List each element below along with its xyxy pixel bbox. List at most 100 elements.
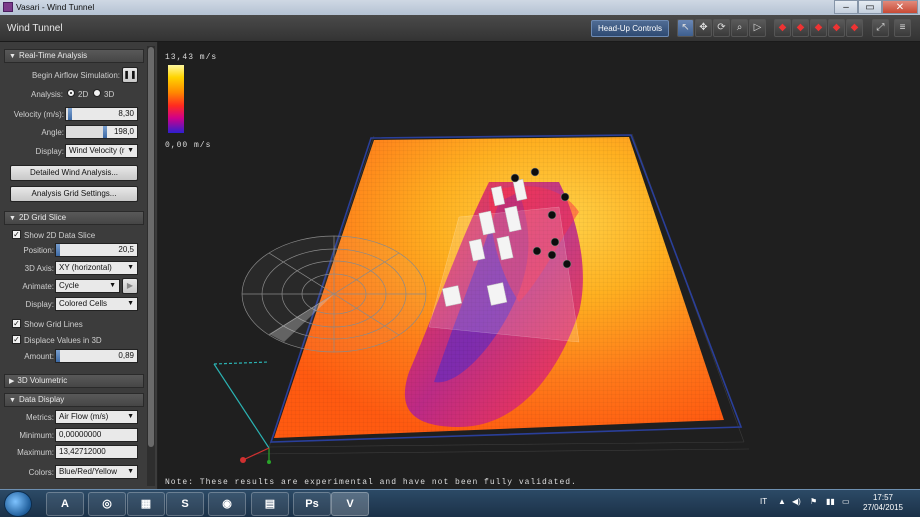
axis-select-value: XY (horizontal) <box>59 263 112 272</box>
expand-triangle-icon: ▶ <box>9 378 15 385</box>
section-3d-volumetric[interactable]: ▶ 3D Volumetric <box>4 374 144 388</box>
menu-icon[interactable]: ≡ <box>894 19 911 37</box>
animate-label: Animate: <box>22 282 54 291</box>
window-titlebar: Vasari - Wind Tunnel – ▭ ✕ <box>0 0 920 15</box>
colors-label: Colors: <box>28 468 54 477</box>
head-up-controls-button[interactable]: Head-Up Controls <box>591 20 669 37</box>
axis-select[interactable]: XY (horizontal) ▼ <box>55 261 138 275</box>
displace-values-label: Displace Values in 3D <box>24 336 102 345</box>
cube-view-icon[interactable]: ◆ <box>774 19 791 37</box>
slider-knob[interactable] <box>68 108 72 120</box>
office-icon[interactable]: ▦ <box>127 492 165 516</box>
tree <box>560 192 570 202</box>
zoom-icon[interactable]: ⌕ <box>731 19 748 37</box>
photoshop-icon[interactable]: Ps <box>293 492 331 516</box>
language-indicator[interactable]: IT <box>760 497 767 506</box>
analysis-label: Analysis: <box>30 90 63 99</box>
angle-slider[interactable]: 198,0 <box>65 125 138 139</box>
play-button[interactable]: ▶ <box>122 278 138 294</box>
slice-display-value: Colored Cells <box>59 299 108 308</box>
cube-right-icon[interactable]: ◆ <box>828 19 845 37</box>
firefox-icon[interactable]: ◉ <box>208 492 246 516</box>
3d-viewport[interactable] <box>159 42 920 489</box>
tree <box>532 246 542 256</box>
vasari-icon[interactable]: V <box>331 492 369 516</box>
position-slider[interactable]: 20,5 <box>55 243 138 257</box>
pause-button[interactable]: ❚❚ <box>122 67 138 83</box>
section-title: Real-Time Analysis <box>18 51 88 60</box>
maximum-label: Maximum: <box>17 448 54 457</box>
minimize-button[interactable]: – <box>834 0 858 14</box>
display-select[interactable]: Wind Velocity (r ▼ <box>65 144 138 158</box>
power-icon[interactable]: ▭ <box>842 497 850 506</box>
section-2d-grid-slice[interactable]: ▼ 2D Grid Slice <box>4 211 144 225</box>
radio-2d-label: 2D <box>78 90 89 99</box>
panel-scrollbar-thumb[interactable] <box>148 47 154 447</box>
section-title: Data Display <box>18 395 65 404</box>
cube-left-icon[interactable]: ◆ <box>846 19 863 37</box>
move-icon[interactable]: ✥ <box>695 19 712 37</box>
radio-2d[interactable] <box>67 89 75 97</box>
cube-top-icon[interactable]: ◆ <box>792 19 809 37</box>
window-title: Vasari - Wind Tunnel <box>16 2 95 12</box>
network-icon[interactable]: ▮▮ <box>826 497 835 506</box>
velocity-label: Velocity (m/s): <box>13 110 64 119</box>
metrics-label: Metrics: <box>26 413 54 422</box>
show-2d-slice-label: Show 2D Data Slice <box>24 231 96 240</box>
position-value: 20,5 <box>118 245 134 254</box>
maximize-button[interactable]: ▭ <box>858 0 882 14</box>
clock-date: 27/04/2015 <box>862 503 904 512</box>
slider-knob[interactable] <box>56 244 60 256</box>
globe-icon[interactable]: ◎ <box>88 492 126 516</box>
axis-gizmo <box>213 361 271 464</box>
display-select-value: Wind Velocity (r <box>69 146 125 155</box>
tree <box>530 167 540 177</box>
start-button[interactable] <box>4 491 32 517</box>
section-real-time-analysis[interactable]: ▼ Real-Time Analysis <box>4 49 144 63</box>
show-grid-lines-label: Show Grid Lines <box>24 320 83 329</box>
detailed-wind-analysis-button[interactable]: Detailed Wind Analysis... <box>10 165 138 181</box>
amount-slider[interactable]: 0,89 <box>55 349 138 363</box>
chevron-down-icon: ▼ <box>127 147 134 154</box>
colors-select[interactable]: Blue/Red/Yellow ▼ <box>55 465 138 479</box>
building <box>442 285 462 307</box>
position-label: Position: <box>23 246 54 255</box>
close-button[interactable]: ✕ <box>882 0 918 14</box>
wind-tunnel-scene <box>213 133 750 464</box>
chevron-down-icon: ▼ <box>127 413 134 420</box>
cube-front-icon[interactable]: ◆ <box>810 19 827 37</box>
folder-icon[interactable]: ▤ <box>251 492 289 516</box>
maximum-field[interactable]: 13,42712000 <box>55 445 138 459</box>
legend-max-label: 13,43 m/s <box>165 53 218 62</box>
radio-3d[interactable] <box>93 89 101 97</box>
chevron-down-icon: ▼ <box>127 468 134 475</box>
velocity-legend-bar <box>168 65 184 133</box>
chevron-down-icon: ▼ <box>109 282 116 289</box>
tree <box>550 237 560 247</box>
show-2d-slice-checkbox[interactable]: ✓ <box>12 230 21 239</box>
analysis-grid-settings-button[interactable]: Analysis Grid Settings... <box>10 186 138 202</box>
slider-fill <box>66 126 105 138</box>
displace-values-checkbox[interactable]: ✓ <box>12 335 21 344</box>
slider-knob[interactable] <box>103 126 107 138</box>
slice-display-select[interactable]: Colored Cells ▼ <box>55 297 138 311</box>
slider-knob[interactable] <box>56 350 60 362</box>
pointer-icon[interactable]: ↖ <box>677 19 694 37</box>
skype-icon[interactable]: S <box>166 492 204 516</box>
system-clock[interactable]: 17:57 27/04/2015 <box>862 493 904 513</box>
section-data-display[interactable]: ▼ Data Display <box>4 393 144 407</box>
fit-view-icon[interactable]: ⤢ <box>872 19 889 37</box>
action-center-icon[interactable]: ⚑ <box>810 497 817 506</box>
chevron-down-icon: ▼ <box>127 300 134 307</box>
radio-3d-label: 3D <box>104 90 115 99</box>
velocity-slider[interactable]: 8,30 <box>65 107 138 121</box>
volume-icon[interactable]: ◀) <box>792 497 801 506</box>
fly-icon[interactable]: ▷ <box>749 19 766 37</box>
minimum-field[interactable]: 0,00000000 <box>55 428 138 442</box>
metrics-select[interactable]: Air Flow (m/s) ▼ <box>55 410 138 424</box>
animate-select[interactable]: Cycle ▼ <box>55 279 120 293</box>
orbit-icon[interactable]: ⟳ <box>713 19 730 37</box>
tray-expand-icon[interactable]: ▲ <box>778 497 786 506</box>
autocad-icon[interactable]: A <box>46 492 84 516</box>
show-grid-lines-checkbox[interactable]: ✓ <box>12 319 21 328</box>
